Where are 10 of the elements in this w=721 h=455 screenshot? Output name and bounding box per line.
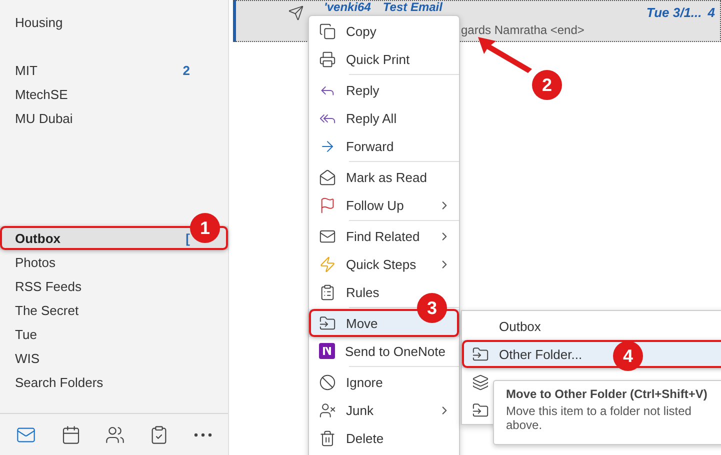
unread-count: 2 xyxy=(182,62,190,78)
message-sender: 'venki64 xyxy=(324,1,371,15)
tooltip-title: Move to Other Folder (Ctrl+Shift+V) xyxy=(506,387,708,401)
unread-count: [ xyxy=(186,230,190,246)
tooltip-text: Move this item to a folder not listed above. xyxy=(506,404,692,432)
step-number: 2 xyxy=(532,70,562,100)
message-date: Tue 3/1... xyxy=(646,5,702,22)
message-preview: gards Namratha <end> xyxy=(461,23,586,37)
message-size: 4 xyxy=(708,5,715,22)
message-subject: Test Email xyxy=(382,1,442,15)
